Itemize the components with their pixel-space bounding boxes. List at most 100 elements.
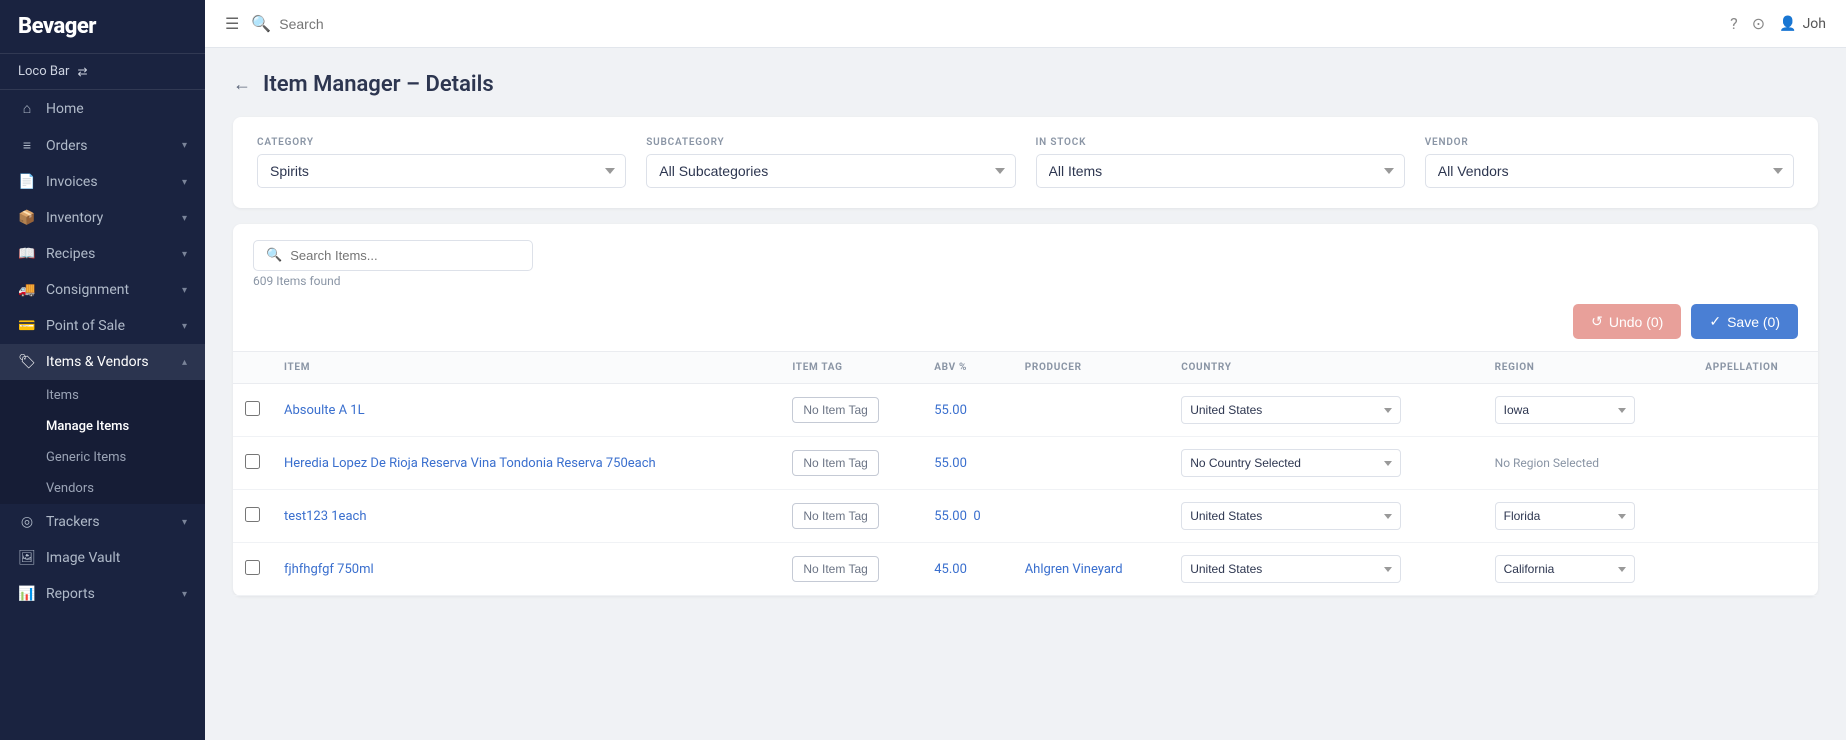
sidebar-item-label: Reports — [46, 586, 95, 602]
menu-icon[interactable]: ☰ — [225, 14, 239, 33]
table-row: test123 1each No Item Tag 55.00 0 — [233, 490, 1818, 543]
topbar-right: ? ⊙ 👤 Joh — [1730, 14, 1826, 33]
abv-value[interactable]: 45.00 — [934, 562, 967, 577]
sidebar-item-invoices[interactable]: 📄 Invoices ▾ — [0, 164, 205, 200]
page-header: ← Item Manager – Details — [233, 72, 1818, 97]
image-vault-icon: 🖼 — [18, 550, 36, 566]
settings-icon[interactable]: ⊙ — [1752, 14, 1765, 33]
sidebar-item-generic-items[interactable]: Generic Items — [0, 442, 205, 473]
undo-button[interactable]: ↺ Undo (0) — [1573, 304, 1681, 339]
item-tag-button[interactable]: No Item Tag — [792, 450, 878, 476]
country-select[interactable]: No Country Selected — [1181, 449, 1401, 477]
sidebar-item-trackers[interactable]: ◎ Trackers ▾ — [0, 504, 205, 540]
search-icon: 🔍 — [266, 248, 282, 263]
back-button[interactable]: ← — [233, 74, 251, 95]
sidebar: Bevager Loco Bar ⇄ ⌂ Home ≡ Orders ▾ 📄 I… — [0, 0, 205, 740]
filter-row: CATEGORY Spirits SUBCATEGORY All Subcate… — [257, 137, 1794, 188]
sidebar-item-items-vendors[interactable]: 🏷 Items & Vendors ▴ — [0, 344, 205, 380]
col-checkbox — [233, 352, 272, 384]
reports-icon: 📊 — [18, 586, 36, 602]
instock-select[interactable]: All Items — [1036, 154, 1405, 188]
sidebar-item-consignment[interactable]: 🚚 Consignment ▾ — [0, 272, 205, 308]
item-tag-cell: No Item Tag — [780, 490, 922, 543]
sidebar-item-label: Invoices — [46, 174, 98, 190]
subcategory-label: SUBCATEGORY — [646, 137, 1015, 148]
sidebar-item-reports[interactable]: 📊 Reports ▾ — [0, 576, 205, 612]
col-item: ITEM — [272, 352, 780, 384]
home-icon: ⌂ — [18, 100, 36, 117]
region-select[interactable]: Florida — [1495, 502, 1635, 530]
item-tag-button[interactable]: No Item Tag — [792, 556, 878, 582]
sidebar-item-items[interactable]: Items — [0, 380, 205, 411]
item-name[interactable]: Absoulte A 1L — [284, 403, 365, 418]
sidebar-item-label: Image Vault — [46, 550, 120, 566]
search-input[interactable] — [279, 16, 1718, 32]
item-name-cell: Absoulte A 1L — [272, 384, 780, 437]
col-producer: PRODUCER — [1013, 352, 1170, 384]
trackers-icon: ◎ — [18, 514, 36, 530]
country-select[interactable]: United States — [1181, 555, 1401, 583]
recipes-icon: 📖 — [18, 246, 36, 262]
save-label: Save (0) — [1727, 314, 1780, 330]
items-toolbar: 🔍 609 Items found — [233, 224, 1818, 304]
category-select[interactable]: Spirits — [257, 154, 626, 188]
row-checkbox[interactable] — [245, 454, 260, 469]
undo-label: Undo (0) — [1609, 314, 1663, 330]
sidebar-item-label: Recipes — [46, 246, 95, 262]
item-name[interactable]: test123 1each — [284, 509, 367, 524]
country-select[interactable]: United States — [1181, 502, 1401, 530]
sidebar-item-orders[interactable]: ≡ Orders ▾ — [0, 127, 205, 164]
venue-name: Loco Bar — [18, 64, 69, 79]
sidebar-item-home[interactable]: ⌂ Home — [0, 90, 205, 127]
items-table-container: ITEM ITEM TAG ABV % PRODUCER COUNTRY REG… — [233, 351, 1818, 596]
vendor-label: VENDOR — [1425, 137, 1794, 148]
sidebar-item-vendors[interactable]: Vendors — [0, 473, 205, 504]
main-content: ☰ 🔍 ? ⊙ 👤 Joh ← Item Manager – Details C… — [205, 0, 1846, 740]
sidebar-item-label: Home — [46, 101, 84, 117]
sidebar-item-image-vault[interactable]: 🖼 Image Vault — [0, 540, 205, 576]
region-cell: No Region Selected — [1483, 437, 1694, 490]
abv-value[interactable]: 55.00 — [934, 509, 967, 524]
venue-switcher[interactable]: Loco Bar ⇄ — [0, 54, 205, 90]
row-checkbox-cell — [233, 437, 272, 490]
user-menu[interactable]: 👤 Joh — [1779, 16, 1826, 32]
user-icon: 👤 — [1779, 16, 1796, 32]
abv-cell: 55.00 — [922, 437, 1012, 490]
sidebar-item-pos[interactable]: 💳 Point of Sale ▾ — [0, 308, 205, 344]
chevron-down-icon: ▾ — [182, 589, 187, 600]
row-checkbox[interactable] — [245, 401, 260, 416]
abv-extra[interactable]: 0 — [973, 509, 980, 524]
topbar-search: 🔍 — [251, 14, 1718, 33]
sidebar-item-recipes[interactable]: 📖 Recipes ▾ — [0, 236, 205, 272]
row-checkbox[interactable] — [245, 560, 260, 575]
row-checkbox[interactable] — [245, 507, 260, 522]
items-card: 🔍 609 Items found ↺ Undo (0) ✓ Save (0) — [233, 224, 1818, 596]
col-country: COUNTRY — [1169, 352, 1482, 384]
item-name-cell: Heredia Lopez De Rioja Reserva Vina Tond… — [272, 437, 780, 490]
item-name[interactable]: Heredia Lopez De Rioja Reserva Vina Tond… — [284, 456, 656, 471]
item-tag-button[interactable]: No Item Tag — [792, 397, 878, 423]
region-cell: Florida — [1483, 490, 1694, 543]
sidebar-item-manage-items[interactable]: Manage Items — [0, 411, 205, 442]
save-button[interactable]: ✓ Save (0) — [1691, 304, 1798, 339]
items-table: ITEM ITEM TAG ABV % PRODUCER COUNTRY REG… — [233, 351, 1818, 596]
items-search-input[interactable] — [290, 248, 520, 263]
sidebar-item-inventory[interactable]: 📦 Inventory ▾ — [0, 200, 205, 236]
help-icon[interactable]: ? — [1730, 14, 1738, 33]
chevron-down-icon: ▾ — [182, 285, 187, 296]
country-select[interactable]: United States — [1181, 396, 1401, 424]
invoices-icon: 📄 — [18, 174, 36, 190]
item-tag-button[interactable]: No Item Tag — [792, 503, 878, 529]
item-name[interactable]: fjhfhgfgf 750ml — [284, 562, 374, 577]
logo-text: Bevager — [18, 14, 96, 39]
region-select[interactable]: California — [1495, 555, 1635, 583]
subcategory-select[interactable]: All Subcategories — [646, 154, 1015, 188]
producer-name[interactable]: Ahlgren Vineyard — [1025, 562, 1123, 577]
row-checkbox-cell — [233, 490, 272, 543]
vendor-select[interactable]: All Vendors — [1425, 154, 1794, 188]
chevron-down-icon: ▾ — [182, 140, 187, 151]
abv-value[interactable]: 55.00 — [934, 456, 967, 471]
row-checkbox-cell — [233, 384, 272, 437]
region-select[interactable]: Iowa — [1495, 396, 1635, 424]
abv-value[interactable]: 55.00 — [934, 403, 967, 418]
